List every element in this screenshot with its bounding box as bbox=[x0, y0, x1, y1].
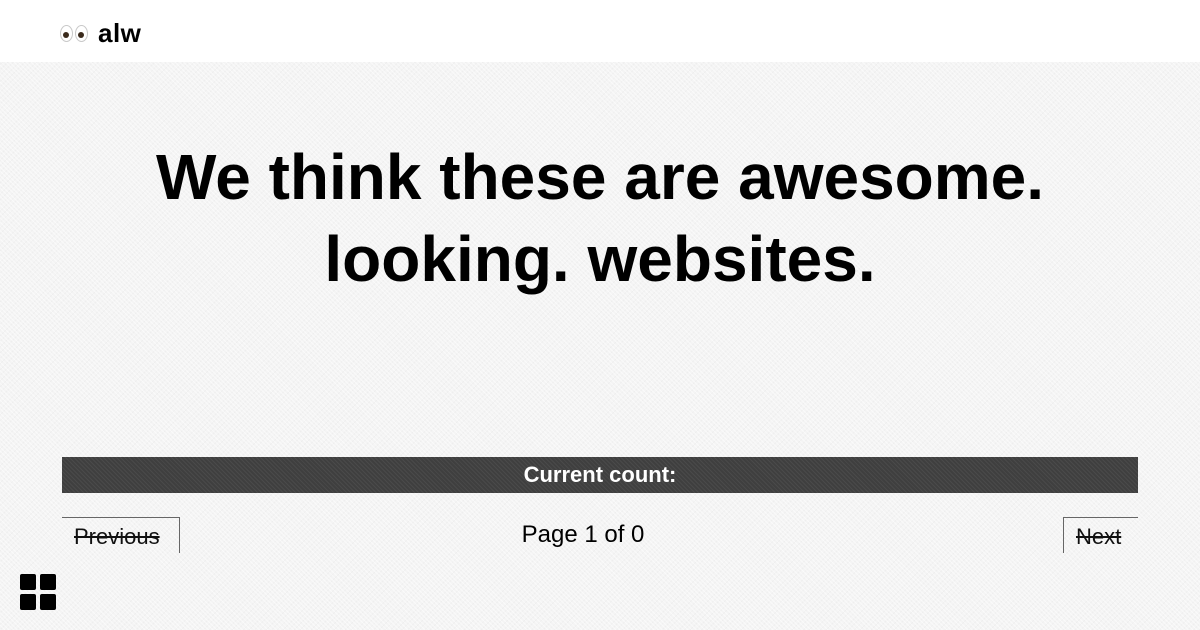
right-eye bbox=[75, 24, 88, 42]
current-count-bar: Current count: bbox=[62, 457, 1138, 493]
grid-cell bbox=[40, 574, 56, 590]
site-header: alw bbox=[0, 0, 1200, 62]
current-count-label: Current count: bbox=[523, 462, 677, 487]
hero-line-2: looking. websites. bbox=[324, 223, 876, 295]
grid-cell bbox=[40, 594, 56, 610]
page-indicator: Page 1 of 0 bbox=[521, 521, 645, 548]
grid-cell bbox=[20, 594, 36, 610]
grid-cell bbox=[20, 574, 36, 590]
eyes-icon bbox=[60, 24, 90, 42]
left-eye bbox=[60, 24, 73, 42]
next-button[interactable]: Next bbox=[1063, 517, 1138, 553]
pagination: Previous Page 1 of 0 Next bbox=[62, 517, 1138, 553]
brand-logo[interactable]: alw bbox=[60, 18, 141, 48]
grid-icon[interactable] bbox=[20, 574, 56, 610]
hero-headline: We think these are awesome. looking. web… bbox=[0, 136, 1200, 300]
hero-line-1: We think these are awesome. bbox=[155, 141, 1045, 213]
brand-name: alw bbox=[98, 18, 142, 48]
